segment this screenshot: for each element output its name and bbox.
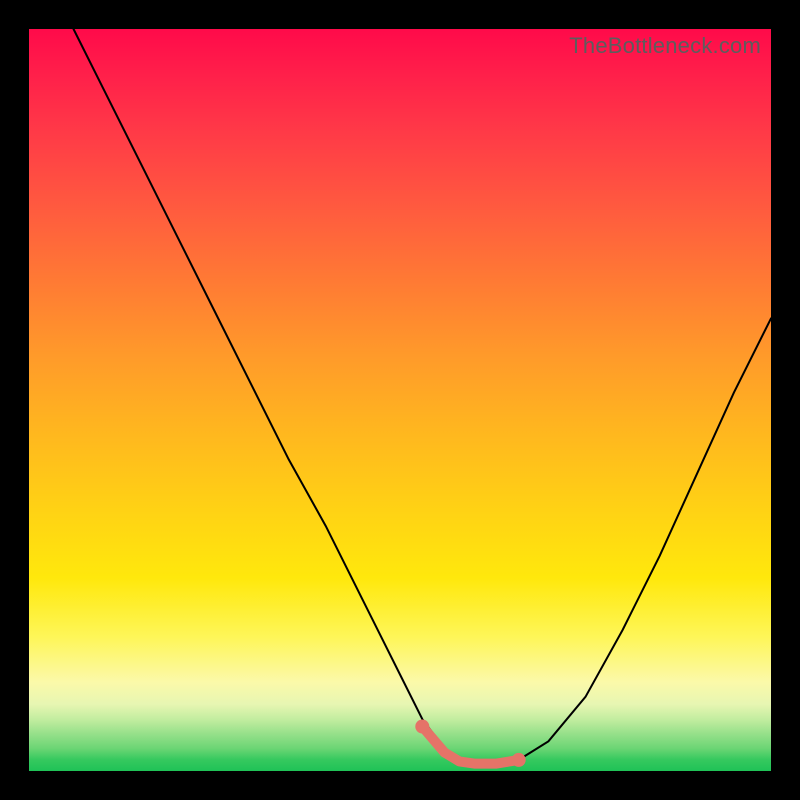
optimal-band-line (422, 727, 518, 764)
chart-plot-area: TheBottleneck.com (29, 29, 771, 771)
curve-line (74, 29, 772, 764)
optimal-band-endpoint (512, 753, 526, 767)
chart-frame: TheBottleneck.com (0, 0, 800, 800)
chart-svg (29, 29, 771, 771)
optimal-band-endpoint (415, 720, 429, 734)
